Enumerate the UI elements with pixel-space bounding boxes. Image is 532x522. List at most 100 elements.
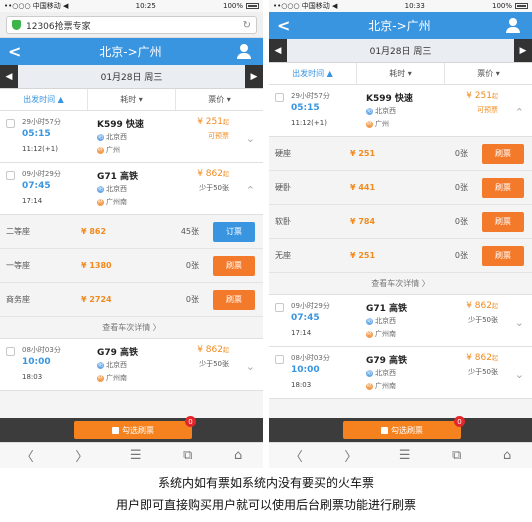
home-icon[interactable]: ⌂ [503, 448, 511, 463]
select-checkbox[interactable] [275, 303, 284, 312]
url-title: 12306抢票专家 [26, 21, 91, 32]
chevron-up-icon[interactable]: ⌃ [515, 106, 524, 119]
url-field[interactable]: 12306抢票专家 ↻ [6, 16, 257, 34]
next-day-button[interactable]: ▶ [245, 65, 263, 88]
train-number: K599 快速 [97, 120, 144, 130]
train-duration: 09小时29分 [291, 302, 330, 310]
sort-depart-time[interactable]: 出发时间 ▲ [269, 63, 357, 84]
from-station: 北京西 [106, 133, 127, 141]
reload-icon[interactable]: ↻ [243, 20, 251, 31]
home-icon[interactable]: ⌂ [234, 448, 242, 463]
train-row[interactable]: 29小时57分 05:15 11:12(+1) K599 快速 始北京西 终广州… [269, 85, 532, 137]
back-button[interactable]: < [8, 42, 24, 61]
tabs-icon[interactable]: ⧉ [183, 448, 192, 463]
seat-row: 二等座 ¥ 862 45张 订票 [0, 215, 263, 249]
train-duration: 29小时57分 [291, 92, 330, 100]
book-button[interactable]: 订票 [213, 221, 255, 242]
back-button[interactable]: < [277, 16, 293, 35]
chevron-up-icon[interactable]: ⌃ [246, 184, 255, 197]
tabs-icon[interactable]: ⧉ [452, 448, 461, 463]
grab-ticket-button[interactable]: 刷票 [482, 177, 524, 198]
train-depart-time: 10:00 [291, 365, 320, 375]
start-station-icon: 始 [97, 185, 104, 193]
select-checkbox[interactable] [6, 171, 15, 180]
page-title: 北京->广州 [99, 45, 162, 59]
select-checkbox[interactable] [275, 355, 284, 364]
from-station: 北京西 [375, 107, 396, 115]
sort-duration[interactable]: 耗时 ▾ [88, 89, 176, 110]
menu-icon[interactable]: ☰ [130, 448, 142, 463]
from-station: 北京西 [375, 369, 396, 377]
back-nav-icon[interactable]: 〈 [290, 446, 303, 465]
caption-line-1: 系统内如有票如系统内没有要买的火车票 [157, 476, 374, 490]
seat-price: ¥ 251 [350, 251, 376, 260]
grab-ticket-button[interactable]: 刷票 [213, 289, 255, 310]
grab-ticket-button[interactable]: 刷票 [482, 245, 524, 266]
grab-ticket-button[interactable]: 刷票 [482, 143, 524, 164]
ticket-status: 可预票 [208, 132, 229, 140]
to-station: 广州 [106, 146, 120, 154]
date-label[interactable]: 01月28日 周三 [287, 39, 514, 62]
sort-duration[interactable]: 耗时 ▾ [357, 63, 445, 84]
next-day-button[interactable]: ▶ [514, 39, 532, 62]
seat-price: ¥ 441 [350, 183, 376, 192]
chevron-down-icon[interactable]: ⌄ [246, 360, 255, 373]
seat-row: 商务座 ¥ 2724 0张 刷票 [0, 283, 263, 317]
train-price: ¥ 862起 [197, 169, 229, 179]
seat-count: 0张 [185, 295, 199, 304]
chevron-down-icon[interactable]: ⌄ [246, 132, 255, 145]
view-train-details-link[interactable]: 查看车次详情 〉 [269, 273, 532, 295]
train-row[interactable]: 08小时03分 10:00 18:03 G79 高铁 始北京西 终广州南 ¥ 8… [0, 339, 263, 391]
bottom-action-bar: 勾选刷票 0 [269, 416, 532, 442]
select-checkbox[interactable] [275, 93, 284, 102]
train-row[interactable]: 09小时29分 07:45 17:14 G71 高铁 始北京西 终广州南 ¥ 8… [0, 163, 263, 215]
chevron-down-icon[interactable]: ⌄ [515, 368, 524, 381]
prev-day-button[interactable]: ◀ [0, 65, 18, 88]
user-icon[interactable] [505, 17, 524, 34]
date-bar: ◀ 01月28日 周三 ▶ [269, 39, 532, 63]
train-price: ¥ 251起 [197, 117, 229, 127]
forward-nav-icon[interactable]: 〉 [344, 446, 357, 465]
seat-count: 0张 [185, 261, 199, 270]
back-nav-icon[interactable]: 〈 [21, 446, 34, 465]
select-checkbox[interactable] [6, 347, 15, 356]
seat-name: 软卧 [275, 217, 291, 226]
date-bar: ◀ 01月28日 周三 ▶ [0, 65, 263, 89]
train-number: G71 高铁 [97, 172, 139, 182]
train-price: ¥ 862起 [197, 345, 229, 355]
train-row[interactable]: 08小时03分 10:00 18:03 G79 高铁 始北京西 终广州南 ¥ 8… [269, 347, 532, 399]
start-station-icon: 始 [97, 133, 104, 141]
user-icon[interactable] [236, 43, 255, 60]
start-station-icon: 始 [366, 107, 373, 115]
menu-icon[interactable]: ☰ [399, 448, 411, 463]
ticket-status: 少于50张 [199, 184, 229, 192]
forward-nav-icon[interactable]: 〉 [75, 446, 88, 465]
end-station-icon: 终 [97, 146, 104, 154]
view-train-details-link[interactable]: 查看车次详情 〉 [0, 317, 263, 339]
sort-bar: 出发时间 ▲ 耗时 ▾ 票价 ▾ [269, 63, 532, 85]
battery-icon [515, 3, 528, 9]
train-number: G79 高铁 [97, 348, 139, 358]
sort-depart-time[interactable]: 出发时间 ▲ [0, 89, 88, 110]
grab-ticket-button[interactable]: 刷票 [482, 211, 524, 232]
check-grab-button[interactable]: 勾选刷票 0 [74, 416, 196, 439]
train-row[interactable]: 29小时57分 05:15 11:12(+1) K599 快速 始北京西 终广州… [0, 111, 263, 163]
sort-price[interactable]: 票价 ▾ [176, 89, 263, 110]
browser-nav-bar: 〈 〉 ☰ ⧉ ⌂ [269, 442, 532, 468]
seat-count: 0张 [454, 183, 468, 192]
select-checkbox[interactable] [6, 119, 15, 128]
to-station: 广州南 [106, 374, 127, 382]
train-duration: 09小时29分 [22, 170, 61, 178]
prev-day-button[interactable]: ◀ [269, 39, 287, 62]
grab-ticket-button[interactable]: 刷票 [213, 255, 255, 276]
chevron-down-icon[interactable]: ⌄ [515, 316, 524, 329]
train-duration: 29小时57分 [22, 118, 61, 126]
date-label[interactable]: 01月28日 周三 [18, 65, 245, 88]
ticket-status: 少于50张 [199, 360, 229, 368]
check-grab-button[interactable]: 勾选刷票 0 [343, 416, 465, 439]
seat-price: ¥ 1380 [81, 261, 112, 270]
checkbox-icon [112, 426, 119, 434]
train-row[interactable]: 09小时29分 07:45 17:14 G71 高铁 始北京西 终广州南 ¥ 8… [269, 295, 532, 347]
browser-nav-bar: 〈 〉 ☰ ⧉ ⌂ [0, 442, 263, 468]
sort-price[interactable]: 票价 ▾ [445, 63, 532, 84]
